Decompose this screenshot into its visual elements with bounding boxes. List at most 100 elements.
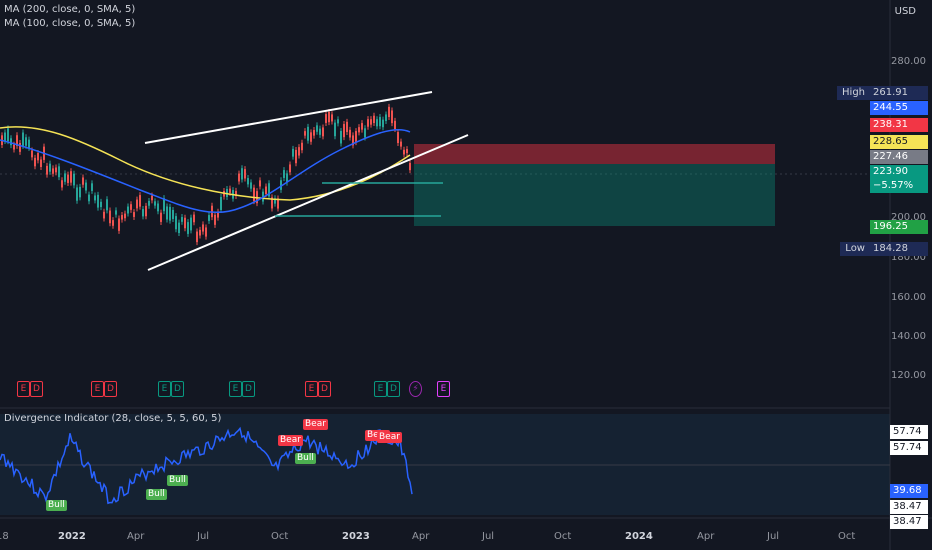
candle-body	[187, 222, 189, 234]
bull-signal-label: Bull	[146, 489, 167, 500]
price-tag-value: 261.91	[870, 86, 928, 100]
price-tag-label: High	[837, 86, 870, 100]
candle-body	[154, 201, 156, 206]
candle-body	[334, 122, 336, 137]
candle-body	[358, 127, 360, 133]
candle-body	[73, 173, 75, 186]
candle-body	[307, 126, 309, 141]
candle-body	[241, 168, 243, 180]
time-axis-label: Oct	[271, 531, 289, 542]
candle-body	[388, 106, 390, 118]
candle-body	[337, 119, 339, 124]
candle-body	[349, 129, 351, 138]
legend-ma200[interactable]: MA (200, close, 0, SMA, 5)	[4, 4, 135, 15]
price-chart[interactable]	[0, 0, 932, 550]
earnings-event-icon: D	[242, 381, 255, 397]
earnings-event-icon: E	[229, 381, 242, 397]
candle-body	[322, 127, 324, 137]
candle-body	[202, 224, 204, 232]
candle-body	[91, 183, 93, 191]
candle-body	[58, 166, 60, 178]
price-axis-label: 140.00	[891, 331, 926, 342]
candle-body	[364, 128, 366, 138]
candle-body	[4, 132, 6, 141]
candle-body	[142, 209, 144, 217]
candle-body	[316, 125, 318, 132]
candle-body	[100, 201, 102, 208]
earnings-event-icon: E	[17, 381, 30, 397]
candle-body	[265, 186, 267, 195]
legend-indicator[interactable]: Divergence Indicator (28, close, 5, 5, 6…	[4, 413, 221, 424]
candle-body	[109, 210, 111, 224]
candle-body	[343, 124, 345, 138]
candle-body	[52, 168, 54, 174]
legend-ma100[interactable]: MA (100, close, 0, SMA, 5)	[4, 18, 135, 29]
candle-body	[355, 131, 357, 143]
candle-body	[139, 195, 141, 207]
earnings-event-icon: D	[171, 381, 184, 397]
candle-body	[259, 180, 261, 187]
candle-body	[310, 132, 312, 142]
time-axis-label: Apr	[697, 531, 715, 542]
candle-body	[115, 210, 117, 215]
bear-signal-label: Bear	[377, 432, 402, 443]
candle-body	[46, 165, 48, 175]
candle-body	[370, 119, 372, 125]
candle-body	[130, 204, 132, 210]
candle-body	[160, 212, 162, 222]
candle-body	[136, 199, 138, 209]
bear-signal-label: Bear	[303, 419, 328, 430]
candle-body	[247, 178, 249, 185]
candle-body	[331, 114, 333, 122]
earnings-event-icon: E	[91, 381, 104, 397]
candle-body	[346, 121, 348, 132]
candle-body	[229, 188, 231, 193]
earnings-event-icon: E	[374, 381, 387, 397]
candle-body	[103, 211, 105, 219]
candle-body	[85, 182, 87, 191]
candle-body	[313, 130, 315, 136]
candle-body	[382, 119, 384, 128]
candle-body	[238, 173, 240, 182]
candle-body	[214, 214, 216, 225]
candle-body	[319, 128, 321, 135]
candle-body	[127, 206, 129, 214]
earnings-event-icon: D	[104, 381, 117, 397]
earnings-event-icon: E	[158, 381, 171, 397]
price-axis-label: 280.00	[891, 56, 926, 67]
time-axis-label: Apr	[127, 531, 145, 542]
earnings-event-icon: E	[437, 381, 450, 397]
candle-body	[379, 117, 381, 127]
candle-body	[55, 167, 57, 173]
candle-body	[7, 128, 9, 142]
candle-body	[406, 149, 408, 154]
time-axis-label: Apr	[412, 531, 430, 542]
candle-body	[244, 169, 246, 179]
candle-body	[118, 218, 120, 231]
candle-body	[25, 137, 27, 146]
candle-body	[10, 138, 12, 146]
chart-window[interactable]: USD MA (200, close, 0, SMA, 5) MA (100, …	[0, 0, 932, 550]
candle-body	[166, 206, 168, 220]
bull-signal-label: Bull	[295, 453, 316, 464]
price-axis-label: 120.00	[891, 370, 926, 381]
candle-body	[22, 132, 24, 146]
price-tag-value: 227.46	[870, 150, 928, 164]
candle-body	[253, 187, 255, 202]
candle-body	[400, 141, 402, 147]
candle-body	[133, 212, 135, 217]
candle-body	[169, 206, 171, 221]
earnings-event-icon: D	[387, 381, 400, 397]
earnings-event-icon: D	[318, 381, 331, 397]
price-tag-value: 238.31	[870, 118, 928, 132]
bull-signal-label: Bull	[167, 475, 188, 486]
candle-body	[178, 222, 180, 233]
candle-body	[181, 217, 183, 222]
candle-body	[70, 171, 72, 183]
candle-body	[373, 115, 375, 124]
candle-body	[121, 215, 123, 220]
price-tag-value: 196.25	[870, 220, 928, 234]
candle-body	[250, 182, 252, 189]
candle-body	[61, 180, 63, 188]
candle-body	[391, 110, 393, 124]
